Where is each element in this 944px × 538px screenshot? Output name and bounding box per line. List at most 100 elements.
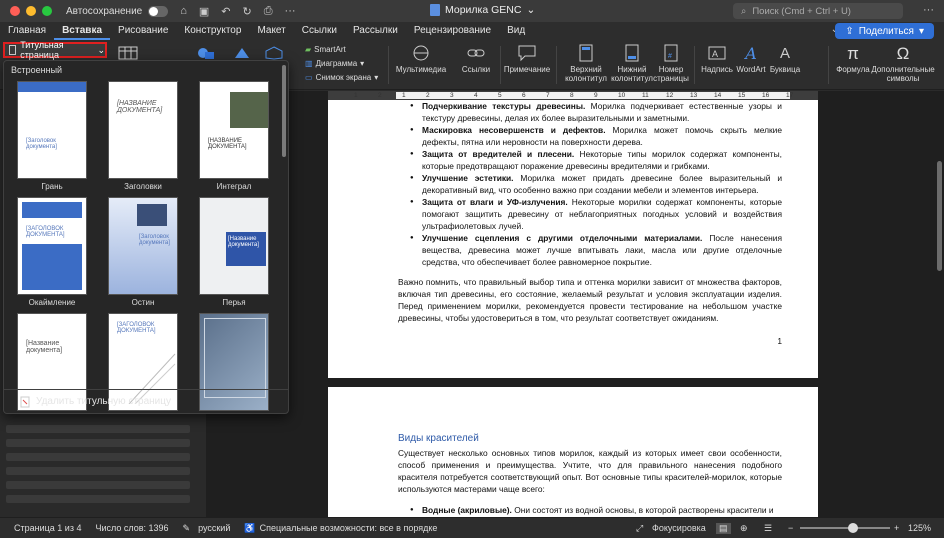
equation-button[interactable]: π Формула [834, 43, 872, 75]
tab-references[interactable]: Ссылки [294, 22, 345, 40]
symbols-button[interactable]: Ω Дополнительные символы [871, 44, 934, 84]
comment-button[interactable]: Примечание [504, 44, 550, 74]
tab-design[interactable]: Конструктор [176, 22, 249, 40]
tab-home[interactable]: Главная [0, 22, 54, 40]
accessibility-status[interactable]: Специальные возможности: все в порядке [260, 523, 438, 533]
accessibility-icon[interactable]: ♿ [244, 523, 255, 534]
tab-layout[interactable]: Макет [249, 22, 293, 40]
more-options-icon[interactable]: ··· [923, 4, 934, 16]
page-number-button[interactable]: # Номер страницы [653, 44, 689, 83]
ribbon-separator [500, 46, 501, 84]
wordart-button[interactable]: A WordArt [734, 44, 768, 74]
bullet-item: Защита от вредителей и плесени. Некоторы… [410, 148, 782, 172]
minimize-window-button[interactable] [26, 6, 36, 16]
tab-review[interactable]: Рецензирование [406, 22, 499, 40]
vertical-scrollbar[interactable] [937, 161, 942, 271]
undo-icon[interactable]: ↶ [221, 5, 230, 18]
page-count[interactable]: Страница 1 из 4 [14, 523, 81, 533]
close-window-button[interactable] [10, 6, 20, 16]
header-button[interactable]: Верхний колонтитул [562, 44, 610, 83]
focus-icon[interactable]: ⤢ [636, 523, 643, 534]
screenshot-button[interactable]: ▭ Снимок экрана ▾ [305, 73, 378, 82]
shapes-button[interactable] [196, 46, 216, 60]
zoom-in-icon[interactable]: + [894, 523, 899, 533]
read-mode-icon[interactable]: ☰ [764, 523, 772, 534]
textbox-button[interactable]: A Надпись [698, 44, 736, 74]
textbox-label: Надпись [701, 65, 733, 74]
page-1[interactable]: Подчеркивание текстуры древесины. Морилк… [328, 100, 818, 378]
cover-thumb-perya[interactable]: [Название документа] [199, 197, 269, 295]
title-page-button[interactable]: Титульная страница ⌄ [3, 40, 107, 60]
wordart-label: WordArt [736, 65, 766, 74]
ruler-tick-label: 16 [762, 92, 770, 99]
cover-thumb-integral[interactable]: [НАЗВАНИЕ ДОКУМЕНТА] [199, 81, 269, 179]
zoom-level[interactable]: 125% [908, 523, 931, 533]
header-icon [575, 44, 597, 62]
screenshot-icon: ▭ [305, 73, 313, 82]
gallery-scrollbar[interactable] [282, 65, 286, 157]
search-field[interactable]: ⌕ Поиск (Cmd + Ctrl + U) [733, 3, 903, 19]
zoom-out-icon[interactable]: − [788, 523, 793, 533]
multimedia-button[interactable]: Мультимедиа [396, 44, 446, 74]
table-icon [118, 46, 138, 60]
body-paragraph: Важно помнить, что правильный выбор типа… [398, 277, 782, 323]
bullet-item: Водные (акриловые). Они состоят из водно… [410, 504, 782, 516]
bullet-bold: Улучшение сцепления с другими отделочным… [422, 233, 703, 243]
footer-button[interactable]: Нижний колонтитул [610, 44, 654, 83]
document-title[interactable]: Морилка GENC ⌄ [430, 4, 535, 16]
cover-thumb-gran[interactable]: [Заголовок документа] [17, 81, 87, 179]
tab-insert[interactable]: Вставка [54, 22, 111, 40]
thumb-band [22, 244, 82, 290]
3d-models-button[interactable] [264, 46, 284, 60]
remove-cover-page-button[interactable]: Удалить титульную страницу [4, 389, 288, 413]
ruler-text-area [396, 92, 790, 99]
section-heading: Виды красителей [398, 433, 479, 444]
document-area[interactable]: 121234567891011121314151617 Подчеркивани… [206, 91, 944, 517]
icons-icon [235, 48, 249, 58]
focus-label[interactable]: Фокусировка [652, 523, 706, 533]
zoom-slider[interactable] [800, 523, 890, 533]
dropcap-button[interactable]: A Буквица [768, 44, 802, 75]
zoom-slider-knob[interactable] [848, 523, 858, 533]
smartart-button[interactable]: ▰ SmartArt [305, 45, 346, 54]
word-count[interactable]: Число слов: 1396 [95, 523, 168, 533]
page-2[interactable]: Виды красителей Существует несколько осн… [328, 387, 818, 517]
tab-draw[interactable]: Рисование [110, 22, 176, 40]
print-layout-icon[interactable]: ▤ [716, 522, 731, 534]
thumb-title: [Заголовок документа] [26, 138, 57, 150]
search-placeholder: Поиск (Cmd + Ctrl + U) [752, 5, 851, 17]
zoom-window-button[interactable] [42, 6, 52, 16]
web-layout-icon[interactable]: ⊕ [740, 523, 748, 534]
horizontal-ruler[interactable]: 1 2 1 2 3 4 5 6 7 8 9 10 11 12 13 14 15 16 17 [328, 91, 818, 100]
icons-button[interactable] [232, 46, 252, 60]
home-icon[interactable]: ⌂ [180, 5, 187, 17]
more-qat-icon[interactable]: ··· [285, 5, 296, 17]
links-button[interactable]: Ссылки [456, 44, 496, 74]
comment-icon [516, 44, 538, 62]
tab-mailings[interactable]: Рассылки [345, 22, 406, 40]
chart-button[interactable]: ▥ Диаграмма ▾ [305, 59, 364, 68]
thumb-title: [Заголовок документа] [139, 234, 170, 246]
smartart-label: SmartArt [314, 45, 346, 54]
body-paragraph: Существует несколько основных типов мори… [398, 448, 782, 494]
footer-label: Нижний колонтитул [611, 65, 653, 83]
cover-thumb-ostin[interactable]: [Заголовок документа] [108, 197, 178, 295]
share-button[interactable]: ⇪ Поделиться ▾ [835, 23, 934, 39]
proofing-icon[interactable]: ✎ [183, 523, 191, 534]
ruler-tick-label: 14 [714, 92, 722, 99]
autosave-toggle[interactable] [148, 5, 169, 17]
cover-thumb-okaimlenie[interactable]: [ЗАГОЛОВОК ДОКУМЕНТА] [17, 197, 87, 295]
ribbon-separator [556, 46, 557, 84]
tab-view[interactable]: Вид [499, 22, 533, 40]
redo-icon[interactable]: ↻ [243, 5, 252, 18]
save-icon[interactable]: ▣ [199, 5, 209, 18]
print-icon[interactable]: ⎙ [264, 5, 273, 18]
language[interactable]: русский [198, 523, 230, 533]
cover-thumb-zagolovki[interactable]: [НАЗВАНИЕ ДОКУМЕНТА] [108, 81, 178, 179]
table-button[interactable] [118, 46, 138, 60]
bullet-bold: Водные (акриловые). [422, 505, 512, 515]
bullet-bold: Улучшение эстетики. [422, 173, 514, 183]
pi-icon: π [847, 43, 859, 63]
page-number-icon: # [660, 44, 682, 62]
ribbon-separator [694, 46, 695, 84]
